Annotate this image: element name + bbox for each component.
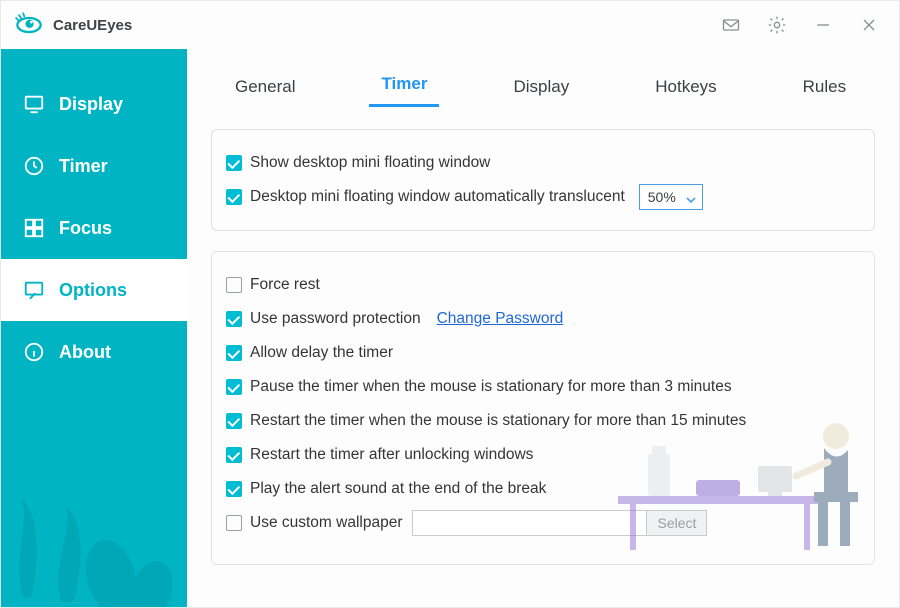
checkbox-force-rest[interactable] xyxy=(226,277,242,293)
label-wallpaper: Use custom wallpaper xyxy=(250,514,402,532)
content: General Timer Display Hotkeys Rules Show… xyxy=(187,49,899,607)
panel-timer-options: Force rest Use password protection Chang… xyxy=(211,251,875,565)
checkbox-pause-stationary[interactable] xyxy=(226,379,242,395)
sidebar-item-label: Display xyxy=(59,94,123,115)
wallpaper-path-input[interactable] xyxy=(412,510,647,536)
checkbox-allow-delay[interactable] xyxy=(226,345,242,361)
minimize-button[interactable] xyxy=(807,9,839,41)
window-controls xyxy=(715,9,891,41)
checkbox-translucent[interactable] xyxy=(226,189,242,205)
sidebar-item-label: About xyxy=(59,342,111,363)
label-restart-stationary: Restart the timer when the mouse is stat… xyxy=(250,412,746,430)
sidebar-item-options[interactable]: Options xyxy=(1,259,187,321)
label-alert-sound: Play the alert sound at the end of the b… xyxy=(250,480,546,498)
sidebar: Display Timer Focus Options About xyxy=(1,49,187,607)
sidebar-item-display[interactable]: Display xyxy=(1,73,187,135)
decorative-leaves xyxy=(1,427,187,607)
label-allow-delay: Allow delay the timer xyxy=(250,344,393,362)
wallpaper-select-button[interactable]: Select xyxy=(646,510,707,536)
sidebar-item-focus[interactable]: Focus xyxy=(1,197,187,259)
checkbox-alert-sound[interactable] xyxy=(226,481,242,497)
eye-icon xyxy=(15,11,43,39)
label-restart-unlock: Restart the timer after unlocking window… xyxy=(250,446,533,464)
titlebar: CareUEyes xyxy=(1,1,899,49)
clock-icon xyxy=(23,155,45,177)
label-pause-stationary: Pause the timer when the mouse is statio… xyxy=(250,378,732,396)
label-translucent: Desktop mini floating window automatical… xyxy=(250,188,625,206)
close-button[interactable] xyxy=(853,9,885,41)
sidebar-item-timer[interactable]: Timer xyxy=(1,135,187,197)
tab-display[interactable]: Display xyxy=(501,77,581,107)
sidebar-item-label: Timer xyxy=(59,156,108,177)
checkbox-restart-unlock[interactable] xyxy=(226,447,242,463)
checkbox-show-mini[interactable] xyxy=(226,155,242,171)
info-icon xyxy=(23,341,45,363)
app-name: CareUEyes xyxy=(53,17,132,34)
mail-icon[interactable] xyxy=(715,9,747,41)
tabs: General Timer Display Hotkeys Rules xyxy=(211,49,875,107)
grid-icon xyxy=(23,217,45,239)
tab-timer[interactable]: Timer xyxy=(369,74,439,107)
panel-mini-window: Show desktop mini floating window Deskto… xyxy=(211,129,875,231)
label-password: Use password protection xyxy=(250,310,421,328)
tab-general[interactable]: General xyxy=(223,77,307,107)
gear-icon[interactable] xyxy=(761,9,793,41)
sidebar-item-label: Options xyxy=(59,280,127,301)
app-logo: CareUEyes xyxy=(15,11,132,39)
translucent-value: 50% xyxy=(648,189,676,205)
window: CareUEyes Display Tim xyxy=(0,0,900,608)
sidebar-item-about[interactable]: About xyxy=(1,321,187,383)
tab-rules[interactable]: Rules xyxy=(791,77,858,107)
tab-hotkeys[interactable]: Hotkeys xyxy=(643,77,728,107)
translucent-select[interactable]: 50% xyxy=(639,184,703,210)
label-show-mini: Show desktop mini floating window xyxy=(250,154,490,172)
change-password-link[interactable]: Change Password xyxy=(437,310,564,328)
checkbox-wallpaper[interactable] xyxy=(226,515,242,531)
chevron-down-icon xyxy=(686,192,696,202)
sidebar-item-label: Focus xyxy=(59,218,112,239)
monitor-icon xyxy=(23,93,45,115)
options-icon xyxy=(23,279,45,301)
checkbox-restart-stationary[interactable] xyxy=(226,413,242,429)
checkbox-password[interactable] xyxy=(226,311,242,327)
label-force-rest: Force rest xyxy=(250,276,320,294)
